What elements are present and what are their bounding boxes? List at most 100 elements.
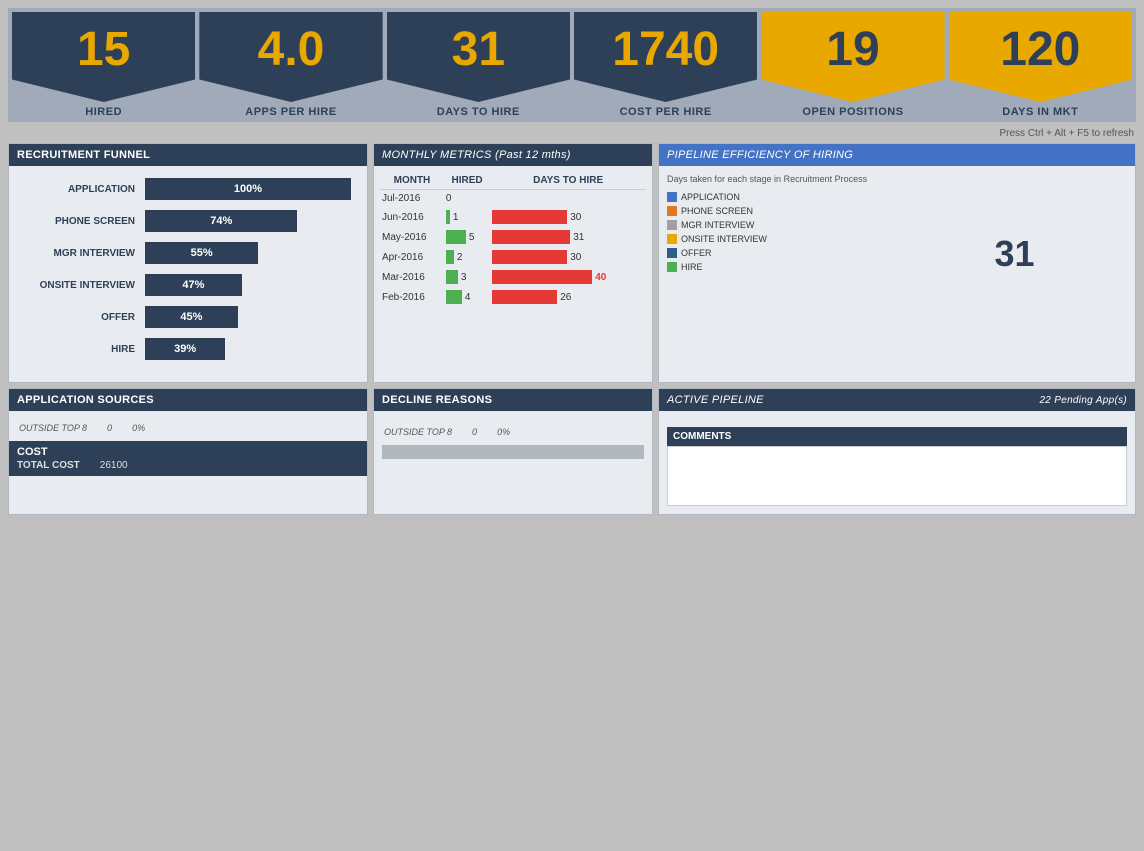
active-pipeline-pending: 22 Pending App(s) <box>1039 395 1127 406</box>
pipeline-body: Days taken for each stage in Recruitment… <box>659 166 1135 342</box>
funnel-bar: 55% <box>145 242 258 264</box>
sources-outside-pct: 0% <box>132 423 145 433</box>
kpi-open-positions: 19 OPEN POSITIONS <box>761 12 944 118</box>
main-grid: RECRUITMENT FUNNEL APPLICATION 100% PHON… <box>8 143 1136 515</box>
monthly-month: Mar-2016 <box>380 267 444 287</box>
monthly-subtitle: (Past 12 mths) <box>495 149 571 161</box>
funnel-bar: 39% <box>145 338 225 360</box>
legend-item: MGR INTERVIEW <box>667 220 892 230</box>
monthly-month: May-2016 <box>380 227 444 247</box>
kpi-hired-value: 15 <box>77 26 130 74</box>
cost-value: 26100 <box>100 460 128 471</box>
monthly-month: Jun-2016 <box>380 207 444 227</box>
comments-header: COMMENTS <box>667 427 1127 446</box>
legend-item: APPLICATION <box>667 192 892 202</box>
monthly-title: MONTHLY METRICS <box>382 149 492 161</box>
monthly-hired-cell: 4 <box>444 287 490 307</box>
monthly-th-hired: HIRED <box>444 172 490 190</box>
legend-dot <box>667 206 677 216</box>
legend-dot <box>667 262 677 272</box>
cost-row: TOTAL COST 26100 <box>17 458 359 471</box>
funnel-row-label: MGR INTERVIEW <box>25 248 145 259</box>
kpi-apps-label: APPS PER HIRE <box>245 106 336 118</box>
kpi-hired: 15 HIRED <box>12 12 195 118</box>
monthly-hired-cell: 1 <box>444 207 490 227</box>
donut-chart: 31 <box>935 174 1095 334</box>
pipeline-legend: APPLICATION PHONE SCREEN MGR INTERVIEW O… <box>667 192 892 272</box>
legend-label: ONSITE INTERVIEW <box>681 234 767 244</box>
donut-center-value: 31 <box>994 233 1034 275</box>
kpi-days-badge: 31 <box>387 12 570 102</box>
funnel-bar: 74% <box>145 210 297 232</box>
kpi-cost-label: COST PER HIRE <box>620 106 712 118</box>
kpi-apps-value: 4.0 <box>258 26 325 74</box>
monthly-days-cell <box>490 190 646 208</box>
kpi-days-in-mkt: 120 DAYS IN MKT <box>949 12 1132 118</box>
monthly-table: MONTH HIRED DAYS TO HIRE Jul-2016 0 Jun-… <box>380 172 646 307</box>
monthly-month: Jul-2016 <box>380 190 444 208</box>
legend-item: HIRE <box>667 262 892 272</box>
pipeline-title: PIPELINE EFFICIENCY OF HIRING <box>667 149 853 161</box>
kpi-days-label: DAYS TO HIRE <box>437 106 520 118</box>
monthly-th-month: MONTH <box>380 172 444 190</box>
legend-dot <box>667 192 677 202</box>
kpi-mkt-value: 120 <box>1000 26 1080 74</box>
kpi-open-badge: 19 <box>761 12 944 102</box>
monthly-th-days: DAYS TO HIRE <box>490 172 646 190</box>
legend-label: APPLICATION <box>681 192 740 202</box>
kpi-mkt-badge: 120 <box>949 12 1132 102</box>
kpi-apps-badge: 4.0 <box>199 12 382 102</box>
legend-dot <box>667 234 677 244</box>
sources-outside-top: OUTSIDE TOP 8 0 0% <box>17 419 359 437</box>
decline-header: DECLINE REASONS <box>374 389 652 411</box>
legend-label: PHONE SCREEN <box>681 206 753 216</box>
funnel-body: APPLICATION 100% PHONE SCREEN 74% MGR IN… <box>9 166 367 382</box>
pipeline-header: PIPELINE EFFICIENCY OF HIRING <box>659 144 1135 166</box>
refresh-hint: Press Ctrl + Alt + F5 to refresh <box>8 128 1136 139</box>
cost-header: COST <box>17 446 359 458</box>
funnel-bar-container: 100% <box>145 178 351 200</box>
kpi-days-to-hire: 31 DAYS TO HIRE <box>387 12 570 118</box>
kpi-hired-label: HIRED <box>85 106 122 118</box>
funnel-row: PHONE SCREEN 74% <box>25 210 351 232</box>
kpi-apps-per-hire: 4.0 APPS PER HIRE <box>199 12 382 118</box>
monthly-days-cell: 30 <box>490 207 646 227</box>
monthly-month: Feb-2016 <box>380 287 444 307</box>
decline-outside-top: OUTSIDE TOP 8 0 0% <box>382 423 644 441</box>
monthly-metrics-panel: MONTHLY METRICS (Past 12 mths) MONTH HIR… <box>373 143 653 383</box>
kpi-banner: 15 HIRED 4.0 APPS PER HIRE 31 DAYS TO HI… <box>8 8 1136 122</box>
funnel-header: RECRUITMENT FUNNEL <box>9 144 367 166</box>
funnel-row: OFFER 45% <box>25 306 351 328</box>
legend-label: OFFER <box>681 248 712 258</box>
dashboard: 15 HIRED 4.0 APPS PER HIRE 31 DAYS TO HI… <box>0 0 1144 523</box>
legend-item: OFFER <box>667 248 892 258</box>
funnel-bar-container: 74% <box>145 210 351 232</box>
monthly-row: Feb-2016 4 26 <box>380 287 646 307</box>
comments-body <box>667 446 1127 506</box>
funnel-row: ONSITE INTERVIEW 47% <box>25 274 351 296</box>
funnel-row-label: HIRE <box>25 344 145 355</box>
sources-body <box>9 411 367 419</box>
legend-label: MGR INTERVIEW <box>681 220 754 230</box>
monthly-days-cell: 30 <box>490 247 646 267</box>
app-sources-panel: APPLICATION SOURCES OUTSIDE TOP 8 0 0% C… <box>8 388 368 515</box>
kpi-hired-badge: 15 <box>12 12 195 102</box>
monthly-row: May-2016 5 31 <box>380 227 646 247</box>
sources-outside-hired: 0 <box>107 423 112 433</box>
monthly-days-cell: 40 <box>490 267 646 287</box>
monthly-hired-cell: 2 <box>444 247 490 267</box>
funnel-row-label: OFFER <box>25 312 145 323</box>
pipeline-subtitle: Days taken for each stage in Recruitment… <box>667 174 892 184</box>
decline-body <box>374 411 652 423</box>
funnel-bar: 100% <box>145 178 351 200</box>
kpi-days-value: 31 <box>452 26 505 74</box>
monthly-body: MONTH HIRED DAYS TO HIRE Jul-2016 0 Jun-… <box>374 166 652 313</box>
monthly-hired-cell: 3 <box>444 267 490 287</box>
sources-outside-label: OUTSIDE TOP 8 <box>19 423 87 433</box>
cost-label: TOTAL COST <box>17 460 80 471</box>
decline-outside-apps: 0 <box>472 427 477 437</box>
monthly-days-cell: 26 <box>490 287 646 307</box>
legend-label: HIRE <box>681 262 703 272</box>
funnel-bar: 47% <box>145 274 242 296</box>
legend-dot <box>667 248 677 258</box>
